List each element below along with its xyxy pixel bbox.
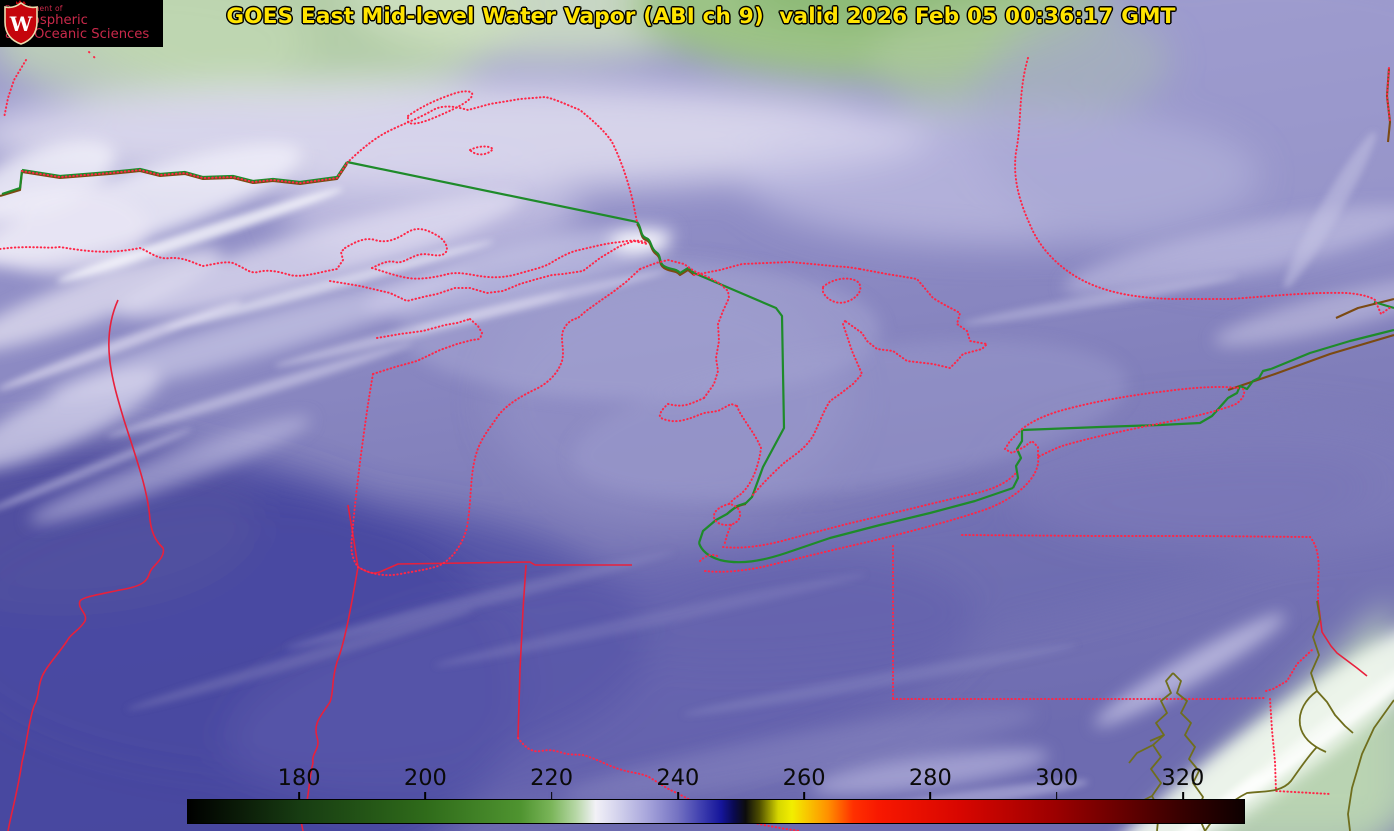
uw-aos-logo: W Department of Atmospheric and Oceanic … [0,0,163,47]
colorbar-tick-label: 220 [530,765,574,791]
colorbar-tick-label: 320 [1161,765,1205,791]
colorbar-tick-mark [550,792,553,799]
colorbar-tick-label: 300 [1035,765,1079,791]
colorbar-tick-mark [424,792,427,799]
uw-crest-icon: W [4,0,38,45]
colorbar-ticks [187,791,1245,799]
goes-satellite-viewport: W Department of Atmospheric and Oceanic … [0,0,1394,831]
colorbar-tick-mark [1055,792,1058,799]
colorbar-labels: 180 200 220 240 260 280 300 320 [187,765,1245,791]
colorbar-tick-mark [929,792,932,799]
colorbar-tick-mark [1182,792,1184,799]
colorbar-tick-mark [298,792,300,799]
colorbar-tick-mark [803,792,805,799]
crest-letter: W [9,12,33,36]
water-vapor-image [0,0,1394,831]
colorbar-tick-label: 280 [908,765,952,791]
image-title: GOES East Mid-level Water Vapor (ABI ch … [226,4,1176,29]
colorbar-tick-label: 200 [403,765,447,791]
colorbar-tick-label: 260 [782,765,826,791]
colorbar-gradient [187,799,1245,824]
colorbar-tick-mark [677,792,679,799]
colorbar-tick-label: 240 [656,765,700,791]
colorbar-tick-label: 180 [277,765,321,791]
